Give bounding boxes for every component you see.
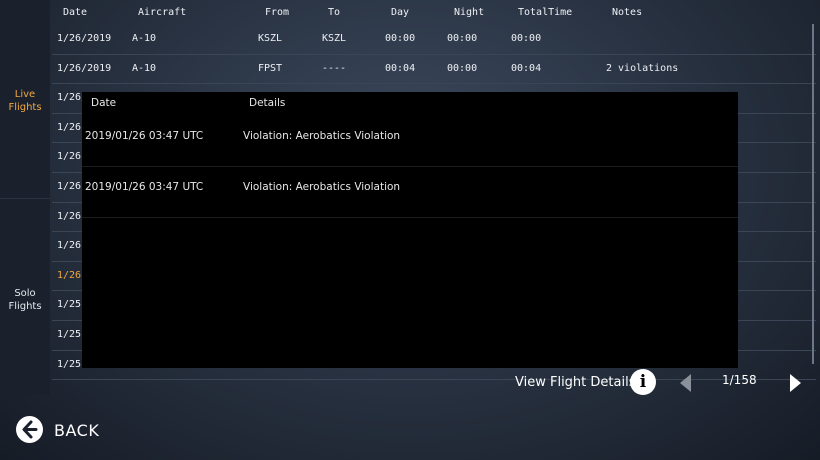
cell-night: 00:00 — [447, 33, 478, 44]
cell-total: 00:04 — [511, 62, 542, 74]
tab-solo-flights[interactable]: Solo Flights — [0, 287, 50, 313]
cell-date: 1/26 — [57, 269, 82, 281]
header-night[interactable]: Night — [454, 0, 484, 25]
cell-date: 1/26 — [57, 240, 82, 252]
back-button[interactable]: BACK — [54, 421, 99, 440]
cell-date: 1/26 — [57, 151, 82, 163]
popup-row-details: Violation: Aerobatics Violation — [243, 130, 401, 142]
header-from[interactable]: From — [265, 0, 289, 25]
cell-date: 1/26/2019 — [57, 62, 112, 74]
popup-header-details: Details — [249, 97, 286, 109]
view-flight-details-button[interactable]: View Flight Details — [515, 374, 635, 392]
header-date[interactable]: Date — [63, 0, 87, 25]
cell-aircraft: A-10 — [132, 33, 157, 44]
tab-live-flights[interactable]: Live Flights — [0, 88, 50, 114]
cell-date: 1/26 — [57, 210, 82, 222]
page-indicator: 1/158 — [722, 373, 757, 387]
cell-to: ---- — [322, 62, 347, 74]
prev-page-icon[interactable] — [680, 374, 691, 392]
cell-date: 1/25 — [57, 328, 82, 340]
violations-popup: Date Details 2019/01/26 03:47 UTC Violat… — [82, 92, 738, 368]
popup-row: 2019/01/26 03:47 UTC Violation: Aerobati… — [82, 167, 738, 218]
table-row[interactable]: 1/26/2019 A-10 KSZL KSZL 00:00 00:00 00:00 — [52, 25, 816, 55]
cell-date: 1/26/2019 — [57, 33, 112, 44]
header-total-time[interactable]: TotalTime — [518, 0, 572, 25]
cell-from: FPST — [258, 62, 283, 74]
cell-date: 1/25 — [57, 358, 82, 370]
table-row[interactable]: 1/26/2019 A-10 FPST ---- 00:04 00:00 00:04 2 vi… — [52, 55, 816, 85]
sidebar: Live Flights Solo Flights — [0, 0, 50, 395]
cell-night: 00:00 — [447, 62, 478, 74]
table-scrollbar[interactable] — [812, 24, 814, 364]
header-notes[interactable]: Notes — [612, 0, 642, 25]
cell-to: KSZL — [322, 33, 347, 44]
cell-day: 00:04 — [385, 62, 416, 74]
header-aircraft[interactable]: Aircraft — [138, 0, 186, 25]
popup-row-date: 2019/01/26 03:47 UTC — [85, 130, 204, 142]
info-icon[interactable]: i — [630, 369, 656, 395]
popup-row-date: 2019/01/26 03:47 UTC — [85, 181, 204, 193]
header-to[interactable]: To — [328, 0, 340, 25]
next-page-icon[interactable] — [790, 374, 801, 392]
cell-date: 1/26 — [57, 180, 82, 192]
cell-notes: 2 violations — [606, 62, 679, 74]
header-day[interactable]: Day — [391, 0, 409, 25]
cell-date: 1/25 — [57, 299, 82, 311]
table-header: Date Aircraft From To Day Night TotalTim… — [52, 0, 816, 25]
cell-day: 00:00 — [385, 33, 416, 44]
back-arrow-icon[interactable] — [16, 416, 43, 443]
cell-total: 00:00 — [511, 33, 542, 44]
cell-aircraft: A-10 — [132, 62, 157, 74]
popup-row-details: Violation: Aerobatics Violation — [243, 181, 401, 193]
cell-from: KSZL — [258, 33, 283, 44]
popup-row: 2019/01/26 03:47 UTC Violation: Aerobati… — [82, 116, 738, 167]
sidebar-divider — [0, 198, 50, 199]
popup-header-date: Date — [91, 97, 117, 109]
popup-header: Date Details — [82, 92, 738, 116]
cell-date: 1/26 — [57, 121, 82, 133]
